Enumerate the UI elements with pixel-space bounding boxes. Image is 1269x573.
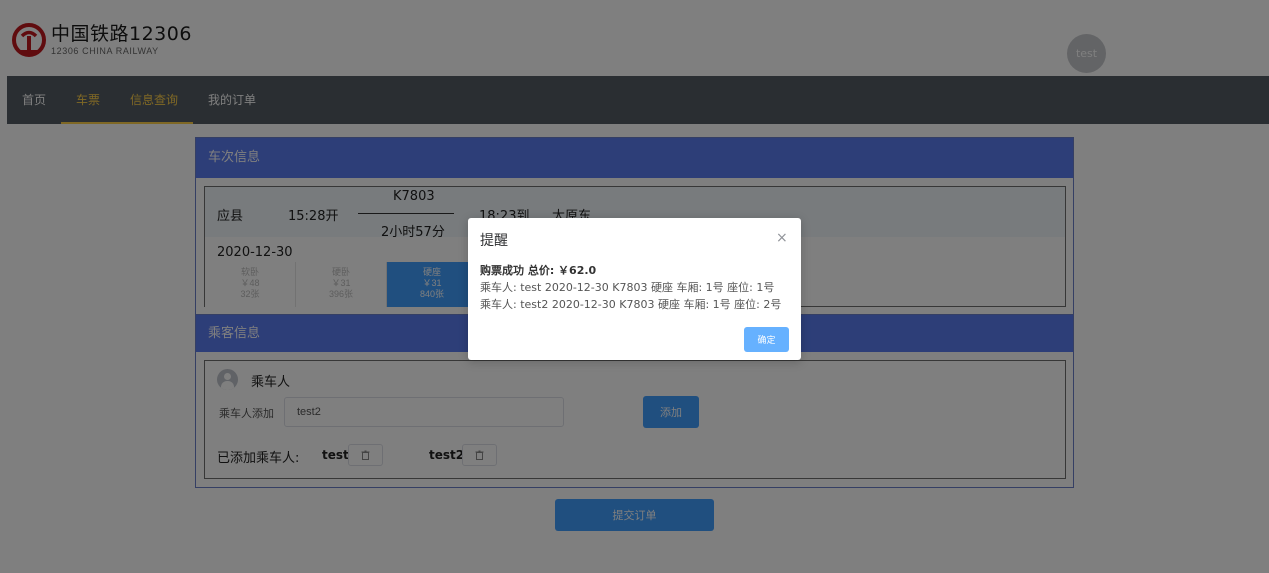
dialog-message: 购票成功 总价: ￥62.0 乘车人: test 2020-12-30 K780… [480, 262, 795, 313]
purchase-summary: 购票成功 总价: ￥62.0 [480, 264, 597, 277]
ticket-line: 乘车人: test2 2020-12-30 K7803 硬座 车厢: 1号 座位… [480, 298, 782, 311]
ticket-line: 乘车人: test 2020-12-30 K7803 硬座 车厢: 1号 座位:… [480, 281, 775, 294]
confirm-button[interactable]: 确定 [744, 327, 789, 352]
alert-dialog: 提醒 × 购票成功 总价: ￥62.0 乘车人: test 2020-12-30… [468, 218, 801, 360]
dialog-title: 提醒 [480, 233, 508, 249]
close-icon[interactable]: × [776, 230, 788, 246]
